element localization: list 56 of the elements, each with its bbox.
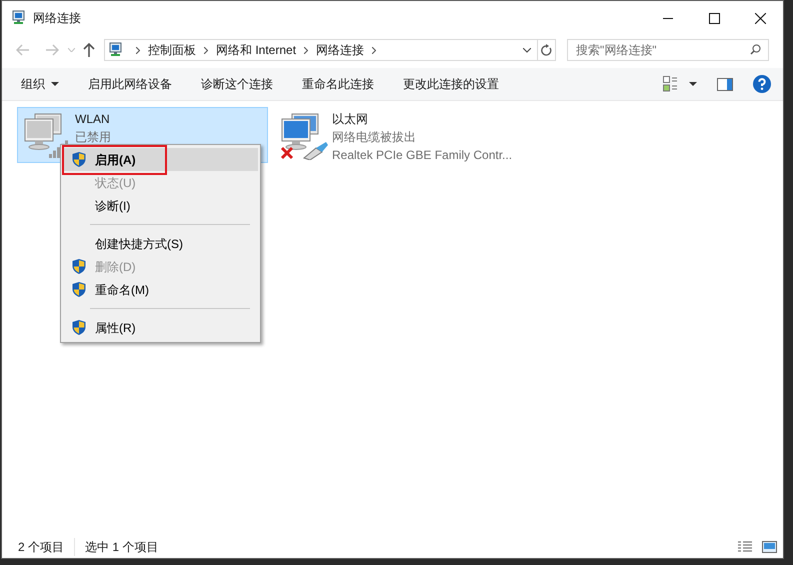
shield-icon <box>71 281 87 298</box>
caret-icon <box>689 82 697 86</box>
toolbar-button[interactable]: 重命名此连接 <box>302 75 374 93</box>
toolbar-button[interactable]: 组织 <box>21 75 59 93</box>
connection-device: Realtek PCIe GBE Family Contr... <box>332 147 512 164</box>
control-panel-icon <box>108 42 124 58</box>
large-icons-button[interactable] <box>762 541 777 553</box>
chevron-right-icon <box>136 46 140 54</box>
connection-status: 网络电缆被拔出 <box>332 129 417 146</box>
caret-icon <box>51 82 59 86</box>
connection-name: 以太网 <box>332 111 369 128</box>
chevron-down-icon <box>68 48 74 52</box>
address-bar[interactable]: 控制面板 网络和 Internet 网络连接 <box>104 39 556 61</box>
chevron-down-icon <box>523 48 531 52</box>
close-icon <box>754 12 766 24</box>
breadcrumb-item[interactable]: 网络和 Internet <box>216 41 296 59</box>
shield-icon <box>71 319 87 336</box>
menu-item[interactable]: 属性(R) <box>63 316 258 339</box>
chevron-right-icon <box>204 46 208 54</box>
back-arrow-icon <box>16 44 30 56</box>
search-field[interactable]: 搜索"网络连接" <box>567 39 769 61</box>
cable-plug-icon <box>302 140 328 160</box>
forward-arrow-icon <box>45 44 59 56</box>
toolbar-button[interactable]: 诊断这个连接 <box>201 75 273 93</box>
shield-icon <box>71 258 87 275</box>
maximize-icon <box>708 12 720 24</box>
error-x-icon <box>280 146 294 160</box>
preview-pane-button[interactable] <box>717 78 733 90</box>
status-text: 选中 1 个项目 <box>85 539 160 556</box>
chevron-right-icon <box>304 46 308 54</box>
preview-pane-icon <box>717 78 733 90</box>
details-view-icon <box>663 76 677 92</box>
up-arrow-icon <box>83 43 95 57</box>
connection-item[interactable]: 以太网 网络电缆被拔出 Realtek PCIe GBE Family Contr... <box>274 107 525 163</box>
breadcrumb-item[interactable]: 控制面板 <box>148 41 196 59</box>
connection-status: 已禁用 <box>75 129 111 146</box>
details-view-button[interactable] <box>738 541 752 553</box>
status-text: 2 个项目 <box>18 538 76 556</box>
shield-icon <box>71 151 87 168</box>
menu-item[interactable]: 诊断(I) <box>63 194 258 217</box>
search-icon <box>750 44 761 55</box>
breadcrumb-item[interactable]: 网络连接 <box>316 41 364 59</box>
menu-item[interactable]: 创建快捷方式(S) <box>63 232 258 255</box>
network-icon <box>11 10 27 26</box>
menu-item[interactable]: 重命名(M) <box>63 278 258 301</box>
window-title: 网络连接 <box>33 10 81 27</box>
refresh-icon <box>541 44 552 56</box>
large-icons-view-icon <box>762 541 777 553</box>
connection-name: WLAN <box>75 111 111 128</box>
details-view-icon <box>738 541 752 553</box>
chevron-right-icon <box>372 46 376 54</box>
toolbar-button[interactable]: 更改此连接的设置 <box>403 75 499 93</box>
help-icon <box>753 75 771 93</box>
view-options-button[interactable] <box>663 76 697 92</box>
toolbar-button[interactable]: 启用此网络设备 <box>88 75 172 93</box>
help-button[interactable] <box>753 75 771 93</box>
